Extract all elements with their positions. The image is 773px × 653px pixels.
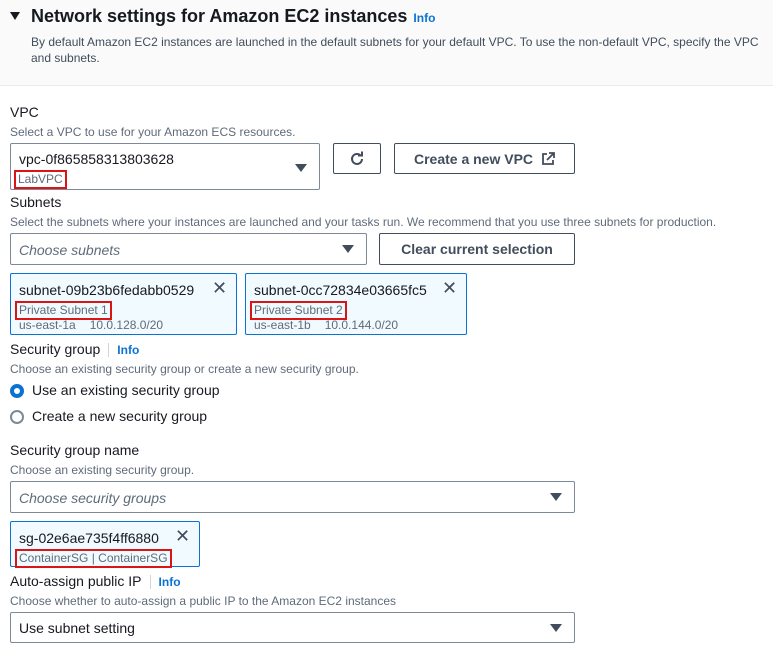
security-group-token-id: sg-02e6ae735f4ff6880 (19, 530, 159, 546)
security-group-label: Security group Info (10, 341, 139, 358)
public-ip-label-text: Auto-assign public IP (10, 573, 142, 589)
remove-subnet-icon[interactable]: ✕ (212, 278, 227, 299)
subnet-token-az: us-east-1b (254, 318, 311, 332)
security-group-token-name: ContainerSG | ContainerSG (15, 549, 172, 568)
subnets-placeholder: Choose subnets (19, 242, 121, 258)
security-groups-select[interactable]: Choose security groups (10, 481, 575, 513)
subnet-token-meta: us-east-1a 10.0.128.0/20 (19, 318, 177, 332)
subnets-select[interactable]: Choose subnets (10, 233, 367, 265)
public-ip-description: Choose whether to auto-assign a public I… (10, 594, 397, 608)
security-groups-placeholder: Choose security groups (19, 490, 167, 506)
vpc-label: VPC (10, 104, 39, 120)
subnets-dropdown-arrow-icon (342, 245, 354, 253)
create-new-sg-label[interactable]: Create a new security group (32, 408, 207, 424)
security-group-description: Choose an existing security group or cre… (10, 362, 359, 376)
create-new-sg-radio[interactable] (10, 410, 24, 424)
security-group-token: sg-02e6ae735f4ff6880 ✕ ContainerSG | Con… (10, 521, 200, 568)
public-ip-label: Auto-assign public IP Info (10, 573, 181, 590)
external-link-icon (542, 151, 555, 165)
public-ip-value: Use subnet setting (19, 620, 135, 636)
subnet-token: subnet-09b23b6fedabb0529 ✕ Private Subne… (10, 273, 237, 335)
subnet-token-cidr: 10.0.144.0/20 (324, 318, 399, 332)
use-existing-sg-label[interactable]: Use an existing security group (32, 382, 220, 398)
subnet-token-az: us-east-1a (19, 318, 76, 332)
public-ip-info-link[interactable]: Info (159, 575, 181, 589)
sg-name-description: Choose an existing security group. (10, 463, 195, 477)
create-vpc-button[interactable]: Create a new VPC (394, 143, 575, 174)
security-group-info-link[interactable]: Info (117, 343, 139, 357)
vpc-select[interactable]: vpc-0f865858313803628 LabVPC (10, 143, 320, 190)
section-header: Network settings for Amazon EC2 instance… (0, 0, 773, 86)
vpc-selected-name: LabVPC (14, 170, 67, 189)
section-description: By default Amazon EC2 instances are laun… (31, 35, 759, 65)
security-groups-dropdown-arrow-icon (550, 493, 562, 501)
subnet-token: subnet-0cc72834e03665fc5 ✕ Private Subne… (245, 273, 467, 335)
vpc-description: Select a VPC to use for your Amazon ECS … (10, 125, 296, 139)
security-group-label-text: Security group (10, 341, 101, 357)
subnets-label: Subnets (10, 194, 62, 210)
refresh-vpc-button[interactable] (333, 143, 381, 174)
create-vpc-label: Create a new VPC (413, 150, 534, 167)
subnet-token-meta: us-east-1b 10.0.144.0/20 (254, 318, 412, 332)
subnet-token-id: subnet-0cc72834e03665fc5 (254, 282, 427, 298)
refresh-icon (351, 151, 363, 165)
use-existing-sg-radio[interactable] (10, 384, 24, 398)
subnet-token-id: subnet-09b23b6fedabb0529 (19, 282, 195, 298)
clear-selection-button[interactable]: Clear current selection (379, 233, 575, 265)
vpc-selected-id: vpc-0f865858313803628 (19, 151, 174, 167)
public-ip-select[interactable]: Use subnet setting (10, 612, 575, 643)
remove-subnet-icon[interactable]: ✕ (442, 278, 457, 299)
section-title: Network settings for Amazon EC2 instance… (31, 6, 435, 27)
section-title-text: Network settings for Amazon EC2 instance… (31, 6, 408, 26)
public-ip-dropdown-arrow-icon (550, 624, 562, 632)
subnets-description: Select the subnets where your instances … (10, 215, 717, 229)
sg-name-label: Security group name (10, 442, 140, 458)
section-info-link[interactable]: Info (413, 11, 435, 25)
vpc-dropdown-arrow-icon (295, 164, 307, 172)
remove-security-group-icon[interactable]: ✕ (175, 526, 190, 547)
subnet-token-cidr: 10.0.128.0/20 (89, 318, 164, 332)
collapse-caret-icon[interactable] (10, 12, 20, 20)
